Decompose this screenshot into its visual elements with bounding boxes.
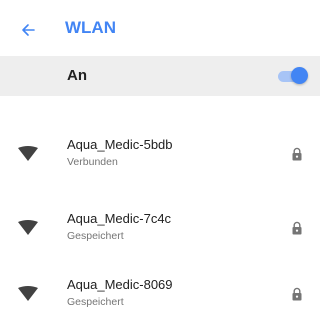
network-name: Aqua_Medic-7c4c <box>67 211 172 226</box>
app-bar: WLAN <box>0 0 320 56</box>
arrow-back-icon <box>22 24 35 36</box>
network-status: Verbunden <box>67 156 118 168</box>
wlan-toggle[interactable] <box>278 66 308 86</box>
master-switch-label: An <box>67 67 87 84</box>
wifi-icon <box>18 220 38 235</box>
network-item[interactable]: Aqua_Medic-8069 Gespeichert <box>0 266 320 322</box>
toggle-thumb <box>291 67 308 84</box>
back-button[interactable] <box>14 16 42 44</box>
lock-icon <box>292 221 302 235</box>
lock-icon <box>292 147 302 161</box>
network-name: Aqua_Medic-8069 <box>67 277 173 292</box>
network-name: Aqua_Medic-5bdb <box>67 137 173 152</box>
lock-icon <box>292 287 302 301</box>
network-item[interactable]: Aqua_Medic-7c4c Gespeichert <box>0 200 320 256</box>
wlan-settings-screen: WLAN An Aqua_Medic-5bdb Verbunden Aqua_M… <box>0 0 320 322</box>
network-status: Gespeichert <box>67 230 124 242</box>
wlan-master-switch-row[interactable]: An <box>0 56 320 96</box>
network-status: Gespeichert <box>67 296 124 308</box>
page-title: WLAN <box>65 18 116 37</box>
wifi-icon <box>18 286 38 301</box>
network-item[interactable]: Aqua_Medic-5bdb Verbunden <box>0 126 320 182</box>
wifi-icon <box>18 146 38 161</box>
